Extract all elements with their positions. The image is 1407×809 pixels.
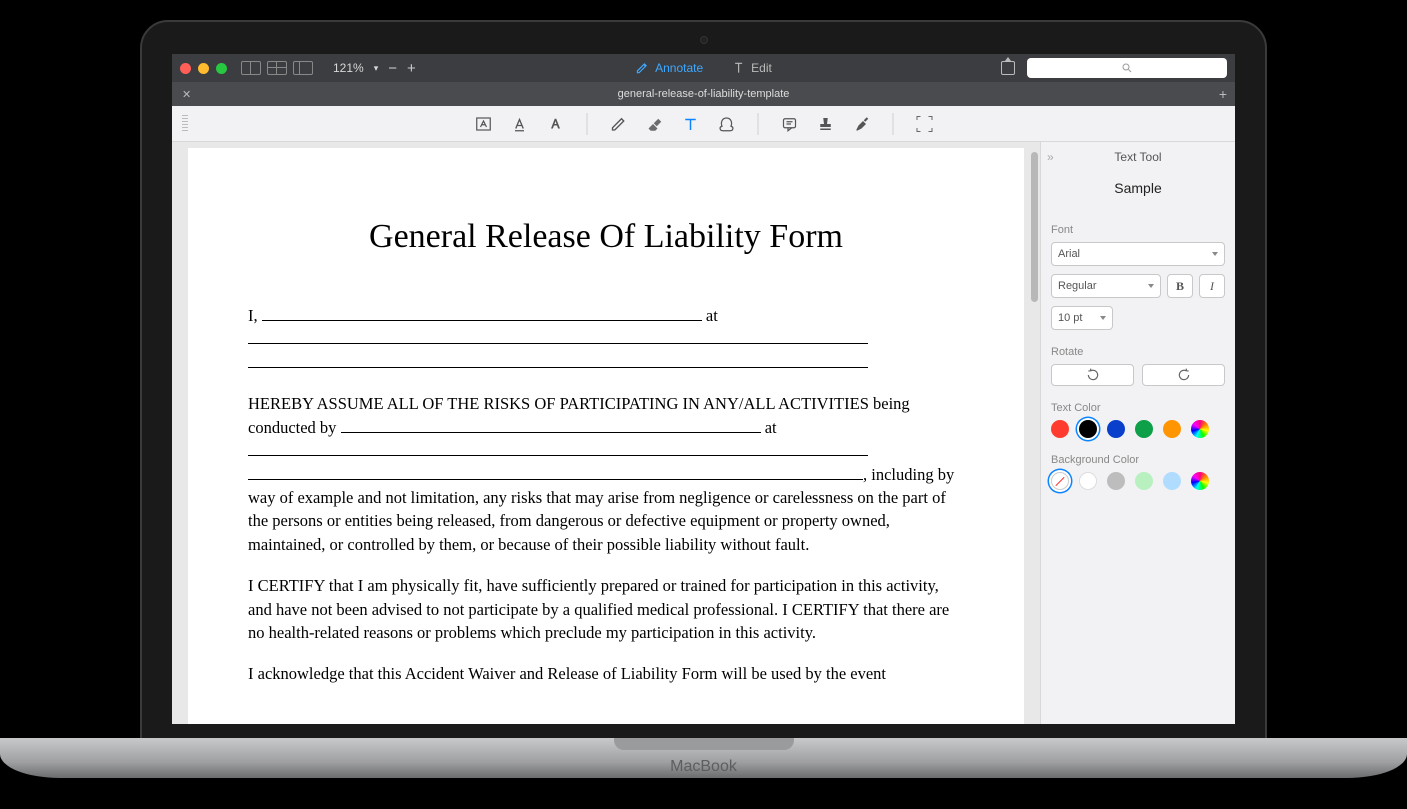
doc-para-5: I acknowledge that this Accident Waiver … <box>248 662 964 685</box>
bg-color-swatch[interactable] <box>1051 472 1069 490</box>
rotate-cw-button[interactable] <box>1142 364 1225 386</box>
note-tool[interactable] <box>780 115 798 133</box>
right-toolbar <box>1001 58 1227 78</box>
add-tab-button[interactable]: + <box>1219 86 1227 102</box>
rotate-ccw-button[interactable] <box>1051 364 1134 386</box>
selection-tool[interactable] <box>915 115 933 133</box>
font-family-select[interactable]: Arial <box>1051 242 1225 266</box>
bg-color-swatch[interactable] <box>1135 472 1153 490</box>
inspector-sample: Sample <box>1051 180 1225 196</box>
font-size-select[interactable]: 10 pt <box>1051 306 1113 330</box>
stamp-tool[interactable] <box>816 115 834 133</box>
view-mode-buttons <box>241 61 313 75</box>
italic-button[interactable]: I <box>1199 274 1225 298</box>
text-color-swatch[interactable] <box>1135 420 1153 438</box>
inspector-title: Text Tool <box>1051 150 1225 164</box>
eraser-tool[interactable] <box>645 115 663 133</box>
document-title: General Release Of Liability Form <box>248 218 964 256</box>
share-icon[interactable] <box>1001 61 1015 75</box>
text-cursor-icon <box>731 61 745 75</box>
text-color-swatch[interactable] <box>1107 420 1125 438</box>
bg-color-swatch[interactable] <box>1079 472 1097 490</box>
view-grid-button[interactable] <box>267 61 287 75</box>
scrollbar-thumb[interactable] <box>1031 152 1038 302</box>
text-color-swatch[interactable] <box>1079 420 1097 438</box>
text-color-swatch[interactable] <box>1163 420 1181 438</box>
document-body: I, at HEREBY ASSUME ALL OF THE RISKS OF … <box>248 304 964 686</box>
doc-para-4: I CERTIFY that I am physically fit, have… <box>248 574 964 644</box>
document-page[interactable]: General Release Of Liability Form I, at … <box>188 148 1024 724</box>
collapse-inspector-button[interactable]: » <box>1047 150 1054 164</box>
minimize-window-button[interactable] <box>198 63 209 74</box>
font-label: Font <box>1051 224 1225 236</box>
laptop-notch <box>614 738 794 750</box>
zoom-level[interactable]: 121% <box>333 61 364 75</box>
underline-text-tool[interactable] <box>510 115 528 133</box>
text-color-label: Text Color <box>1051 402 1225 414</box>
doc-para-1: I, at <box>248 304 964 374</box>
laptop-brand-label: MacBook <box>0 758 1407 776</box>
annotate-mode-button[interactable]: Annotate <box>635 61 703 75</box>
shape-tool[interactable] <box>717 115 735 133</box>
text-color-swatch[interactable] <box>1191 420 1209 438</box>
zoom-in-button[interactable]: + <box>407 60 416 77</box>
laptop-base: MacBook <box>0 738 1407 778</box>
text-style-tool[interactable] <box>546 115 564 133</box>
bold-button[interactable]: B <box>1167 274 1193 298</box>
font-weight-select[interactable]: Regular <box>1051 274 1161 298</box>
annotation-toolbar <box>172 106 1235 142</box>
close-window-button[interactable] <box>180 63 191 74</box>
camera-icon <box>700 36 708 44</box>
document-viewport[interactable]: General Release Of Liability Form I, at … <box>172 142 1040 724</box>
mode-switcher: Annotate Edit <box>635 61 772 75</box>
text-color-swatch[interactable] <box>1051 420 1069 438</box>
pen-icon <box>635 61 649 75</box>
inspector-panel: » Text Tool Sample Font Arial Regular B … <box>1040 142 1235 724</box>
drag-handle-icon[interactable] <box>182 115 188 133</box>
rotate-label: Rotate <box>1051 346 1225 358</box>
font-box-tool[interactable] <box>474 115 492 133</box>
bg-color-swatch[interactable] <box>1107 472 1125 490</box>
search-icon <box>1121 62 1133 74</box>
annotate-label: Annotate <box>655 61 703 75</box>
zoom-out-button[interactable]: − <box>388 60 397 77</box>
doc-para-2: HEREBY ASSUME ALL OF THE RISKS OF PARTIC… <box>248 392 964 556</box>
search-input[interactable] <box>1027 58 1227 78</box>
edit-label: Edit <box>751 61 772 75</box>
text-tool[interactable] <box>681 115 699 133</box>
highlighter-tool[interactable] <box>852 115 870 133</box>
title-bar: 121% ▾ − + Annotate Edit <box>172 54 1235 82</box>
laptop-frame: 121% ▾ − + Annotate Edit <box>140 20 1267 740</box>
view-split-button[interactable] <box>293 61 313 75</box>
close-tab-button[interactable]: ✕ <box>182 88 191 101</box>
bg-color-swatch[interactable] <box>1163 472 1181 490</box>
chevron-down-icon[interactable]: ▾ <box>374 63 379 74</box>
main-area: General Release Of Liability Form I, at … <box>172 142 1235 724</box>
bg-color-swatch[interactable] <box>1191 472 1209 490</box>
pencil-tool[interactable] <box>609 115 627 133</box>
rotate-cw-icon <box>1177 368 1191 382</box>
rotate-ccw-icon <box>1086 368 1100 382</box>
bg-color-label: Background Color <box>1051 454 1225 466</box>
app-window: 121% ▾ − + Annotate Edit <box>172 54 1235 724</box>
view-single-button[interactable] <box>241 61 261 75</box>
zoom-control: 121% ▾ − + <box>333 60 416 77</box>
tab-bar: ✕ general-release-of-liability-template … <box>172 82 1235 106</box>
tab-title[interactable]: general-release-of-liability-template <box>618 88 790 100</box>
maximize-window-button[interactable] <box>216 63 227 74</box>
edit-mode-button[interactable]: Edit <box>731 61 772 75</box>
bg-color-swatches <box>1051 472 1225 490</box>
text-color-swatches <box>1051 420 1225 438</box>
window-controls <box>180 63 227 74</box>
